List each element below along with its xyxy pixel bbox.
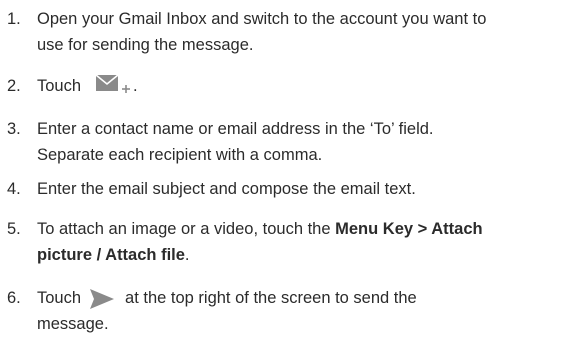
step-line: To attach an image or a video, touch the… [37,216,583,242]
attach-option-label: picture / Attach file [37,246,185,264]
compose-mail-icon [95,74,133,100]
step-line: Open your Gmail Inbox and switch to the … [37,10,487,28]
step-line: picture / Attach file. [37,242,583,268]
step-text: To attach an image or a video, touch the… [37,216,583,268]
step-line: message. [37,315,109,333]
step-text-after: . [133,77,138,95]
step-number: 1. [7,10,21,28]
step-text-after: . [184,246,190,264]
step-text-before: To attach an image or a video, touch the [37,220,336,238]
step-line: Touch at the top right of the screen to … [37,285,583,311]
step-line: use for sending the message. [37,36,254,54]
step-number: 5. [7,220,21,238]
step-text-after: at the top right of the screen to send t… [125,289,417,307]
step-line: Enter the email subject and compose the … [37,180,416,198]
step-number: 2. [7,77,21,95]
step-text: Touch . [37,73,583,100]
send-icon [89,288,115,310]
step-text: Enter a contact name or email address in… [37,116,583,168]
step-text: Enter the email subject and compose the … [37,176,583,202]
step-text: Touch at the top right of the screen to … [37,285,583,337]
menu-key-attach-label: Menu Key > Attach [335,220,483,238]
step-number: 4. [7,180,21,198]
step-number: 3. [7,120,21,138]
step-number: 6. [7,289,21,307]
step-text-before: Touch [37,289,82,307]
step-line: Enter a contact name or email address in… [37,120,434,138]
step-text: Open your Gmail Inbox and switch to the … [37,6,583,58]
step-line: Separate each recipient with a comma. [37,146,323,164]
step-text-before: Touch [37,77,82,95]
